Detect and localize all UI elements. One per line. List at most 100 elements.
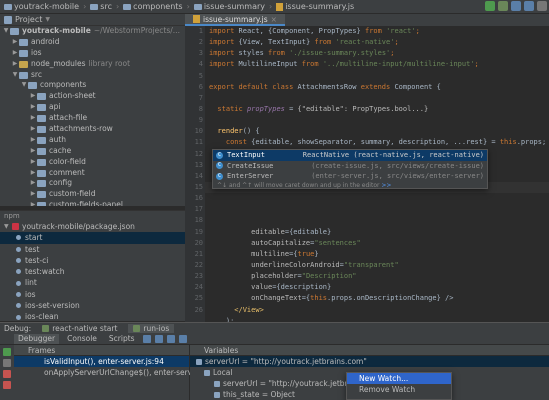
expand-arrow-icon[interactable]: ▶ — [29, 91, 37, 102]
expand-arrow-icon[interactable]: ▶ — [29, 200, 37, 206]
npm-script-item[interactable]: ios-clean — [0, 311, 185, 321]
debug-tool-window-header: Debug: react-native start run-ios — [0, 322, 549, 333]
npm-script-item[interactable]: test — [0, 244, 185, 255]
expand-arrow-icon[interactable]: ▶ — [11, 59, 19, 70]
breadcrumb-item[interactable]: issue-summary — [193, 2, 265, 11]
breakpoints-icon[interactable] — [3, 381, 11, 389]
line-number: 5 — [198, 71, 203, 80]
code-line: render() { — [217, 127, 260, 136]
code-line: const {editable, showSeparator, summary,… — [209, 138, 547, 147]
npm-script-item[interactable]: ios-set-version — [0, 300, 185, 311]
editor-tab[interactable]: issue-summary.js × — [185, 14, 285, 26]
tree-item[interactable]: ▶ comment — [0, 168, 185, 179]
line-number: 25 — [194, 294, 203, 303]
pause-icon[interactable] — [3, 359, 11, 367]
tree-item[interactable]: ▶ cache — [0, 146, 185, 157]
code-line: editable={editable} — [209, 227, 332, 236]
expand-arrow-icon[interactable]: ▶ — [29, 102, 37, 113]
tree-item[interactable]: ▶ api — [0, 102, 185, 113]
stack-frame[interactable]: onApplyServerUrlChange$(), enter-server.… — [14, 367, 217, 378]
variable-row[interactable]: serverUrl = "http://youtrack.jetbrains.c… — [190, 356, 549, 367]
run-to-cursor-icon[interactable] — [178, 334, 187, 343]
debug-icon[interactable] — [498, 1, 508, 11]
tree-item[interactable]: ▶ action-sheet — [0, 91, 185, 102]
search-icon[interactable] — [537, 1, 547, 11]
line-number: 15 — [194, 182, 203, 191]
expand-arrow-icon[interactable]: ▶ — [29, 178, 37, 189]
expand-arrow-icon[interactable]: ▼ — [11, 70, 19, 81]
vcs-commit-icon[interactable] — [524, 1, 534, 11]
tree-item[interactable]: ▶ color-field — [0, 157, 185, 168]
completion-item[interactable]: C TextInput ReactNative (react-native.js, … — [213, 150, 487, 161]
npm-script-item[interactable]: test:watch — [0, 266, 185, 277]
debug-tab-run-ios[interactable]: run-ios — [128, 323, 175, 333]
expand-arrow-icon[interactable]: ▶ — [29, 157, 37, 168]
tree-root[interactable]: ▼ youtrack-mobile ~/WebstormProjects/... — [0, 26, 185, 37]
navigation-bar: youtrack-mobile › src › components › iss… — [0, 0, 549, 14]
folder-icon — [37, 202, 46, 206]
npm-script-item[interactable]: start — [0, 232, 185, 244]
resume-icon[interactable] — [3, 348, 11, 356]
debug-tab-react-native-start[interactable]: react-native start — [37, 324, 122, 333]
scripts-tab[interactable]: Scripts — [105, 334, 139, 344]
variables-header: Variables — [190, 345, 549, 356]
tree-item[interactable]: ▶ attach-file — [0, 113, 185, 124]
tree-item[interactable]: ▼ components — [0, 80, 185, 91]
tree-item[interactable]: ▶ auth — [0, 135, 185, 146]
tree-item[interactable]: ▶ config — [0, 178, 185, 189]
expand-arrow-icon[interactable]: ▶ — [29, 135, 37, 146]
completion-hint: ^↓ and ^↑ will move caret down and up in… — [217, 181, 392, 189]
completion-item[interactable]: C EnterServer (enter-server.js, src/views/… — [213, 171, 487, 182]
step-over-icon[interactable] — [142, 334, 151, 343]
line-number: 9 — [198, 116, 203, 125]
tree-item[interactable]: ▼ src — [0, 70, 185, 81]
vcs-update-icon[interactable] — [511, 1, 521, 11]
completion-item[interactable]: C CreateIssue (create-issue.js, src/views/… — [213, 161, 487, 172]
step-out-icon[interactable] — [166, 334, 175, 343]
folder-icon — [37, 125, 46, 133]
code-line: import {View, TextInput} from 'react-nat… — [209, 38, 399, 47]
tree-item[interactable]: ▶ attachments-row — [0, 124, 185, 135]
expand-arrow-icon[interactable]: ▶ — [29, 124, 37, 135]
expand-arrow-icon[interactable]: ▶ — [29, 146, 37, 157]
console-tab[interactable]: Console — [63, 334, 101, 344]
expand-arrow-icon[interactable]: ▶ — [29, 113, 37, 124]
npm-script-item[interactable]: lint — [0, 277, 185, 288]
debugger-tab[interactable]: Debugger — [14, 333, 60, 344]
step-into-icon[interactable] — [154, 334, 163, 343]
expand-arrow-icon[interactable]: ▼ — [20, 80, 28, 91]
stop-icon[interactable] — [3, 370, 11, 378]
tree-item[interactable]: ▶ node_modules library root — [0, 59, 185, 70]
folder-icon — [37, 180, 46, 188]
npm-script-item[interactable]: test-ci — [0, 255, 185, 266]
project-panel-header[interactable]: Project ▼ — [0, 14, 185, 26]
expand-arrow-icon[interactable]: ▶ — [11, 37, 19, 48]
script-icon — [16, 258, 21, 264]
hint-link[interactable]: >> — [381, 182, 391, 189]
breadcrumb-item[interactable]: youtrack-mobile — [4, 2, 79, 11]
expand-arrow-icon[interactable]: ▶ — [11, 48, 19, 59]
npm-icon — [12, 223, 19, 231]
tree-item[interactable]: ▶ android — [0, 37, 185, 48]
breadcrumb-item[interactable]: src — [90, 2, 112, 11]
folder-icon — [19, 49, 28, 57]
breadcrumb-item[interactable]: issue-summary.js — [276, 2, 354, 11]
breadcrumb-item[interactable]: components — [123, 2, 183, 11]
stack-frame[interactable]: isValidInput(), enter-server.js:94 — [14, 356, 189, 367]
tree-item[interactable]: ▶ custom-fields-panel — [0, 200, 185, 206]
tree-item[interactable]: ▶ ios — [0, 48, 185, 59]
new-watch-menu-item[interactable]: New Watch... — [347, 373, 451, 384]
remove-watch-menu-item[interactable]: Remove Watch — [347, 384, 451, 395]
close-icon[interactable]: × — [271, 15, 277, 24]
code-line: export default class AttachmentsRow exte… — [209, 82, 441, 91]
expand-arrow-icon[interactable]: ▶ — [29, 189, 37, 200]
expand-arrow-icon[interactable]: ▶ — [29, 168, 37, 179]
tree-item[interactable]: ▶ custom-field — [0, 189, 185, 200]
expand-arrow-icon[interactable]: ▼ — [2, 26, 10, 37]
npm-package[interactable]: ▼ youtrack-mobile/package.json — [0, 221, 185, 232]
expand-arrow-icon[interactable]: ▼ — [4, 221, 12, 232]
npm-script-item[interactable]: ios — [0, 289, 185, 300]
run-icon[interactable] — [485, 1, 495, 11]
